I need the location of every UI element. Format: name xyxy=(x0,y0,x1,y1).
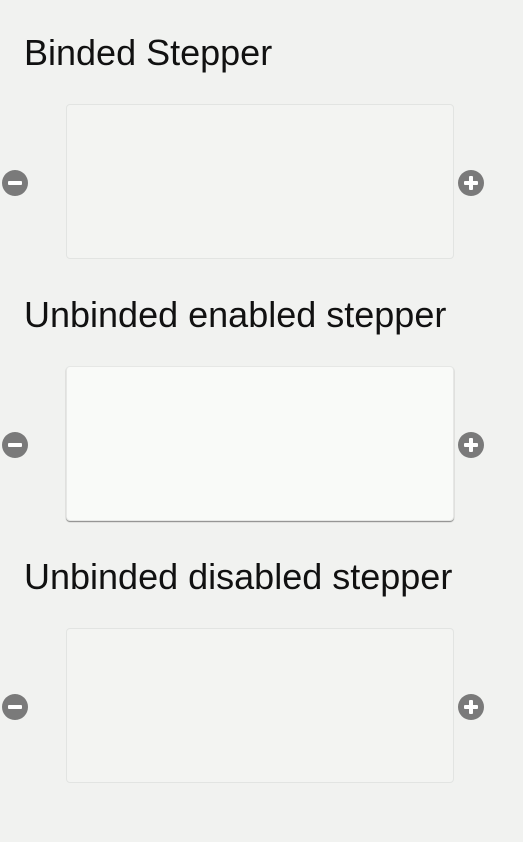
decrement-button[interactable] xyxy=(2,170,28,196)
minus-circle-icon xyxy=(8,443,22,447)
minus-circle-icon xyxy=(8,705,22,709)
unbinded-disabled-stepper xyxy=(0,628,523,784)
increment-button[interactable] xyxy=(458,694,484,720)
plus-circle-icon xyxy=(464,700,478,714)
stepper-value-field[interactable] xyxy=(66,104,454,259)
unbinded-enabled-stepper xyxy=(0,366,523,522)
increment-button[interactable] xyxy=(458,432,484,458)
stepper-value-field xyxy=(66,628,454,783)
unbinded-disabled-stepper-title: Unbinded disabled stepper xyxy=(24,556,453,597)
increment-button[interactable] xyxy=(458,170,484,196)
decrement-button[interactable] xyxy=(2,432,28,458)
binded-stepper xyxy=(0,104,523,260)
minus-circle-icon xyxy=(8,181,22,185)
plus-circle-icon xyxy=(464,176,478,190)
binded-stepper-title: Binded Stepper xyxy=(24,32,273,73)
plus-circle-icon xyxy=(464,438,478,452)
decrement-button[interactable] xyxy=(2,694,28,720)
stepper-value-field[interactable] xyxy=(66,366,454,521)
stepper-page: Binded Stepper Unbinded enabled stepper xyxy=(0,0,523,842)
unbinded-enabled-stepper-title: Unbinded enabled stepper xyxy=(24,294,447,335)
